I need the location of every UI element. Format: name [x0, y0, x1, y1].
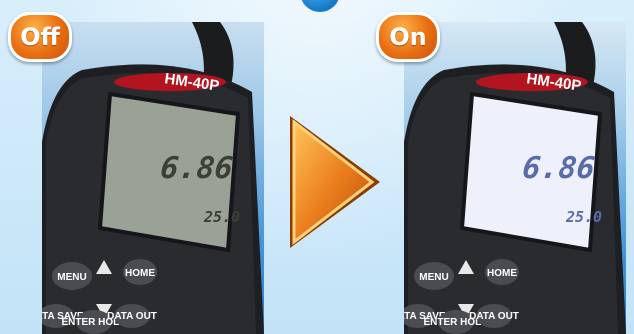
right-arrow-icon — [290, 116, 380, 248]
meter-photo-off: HM-40P 6.86 25.0 MENU HOME DATA SAVE ENT… — [42, 22, 264, 334]
lcd-temperature: 25.0 — [203, 208, 240, 226]
on-badge: On — [376, 12, 440, 62]
off-badge: Off — [8, 12, 72, 62]
home-button-label: HOME — [487, 268, 517, 279]
menu-button-label: MENU — [419, 272, 448, 283]
menu-button-label: MENU — [57, 272, 86, 283]
home-button-label: HOME — [125, 268, 155, 279]
lcd-reading: 6.86 — [159, 151, 235, 186]
meter-illustration-on: HM-40P 6.86 25.0 MENU HOME DATA SAVE ENT… — [404, 22, 626, 334]
meter-photo-on: HM-40P 6.86 25.0 MENU HOME DATA SAVE ENT… — [404, 22, 626, 334]
lcd-temperature: 25.0 — [565, 208, 602, 226]
lcd-reading: 6.86 — [521, 151, 597, 186]
data-out-label: DATA OUT — [469, 311, 519, 322]
data-out-label: DATA OUT — [107, 311, 157, 322]
meter-illustration-off: HM-40P 6.86 25.0 MENU HOME DATA SAVE ENT… — [42, 22, 264, 334]
